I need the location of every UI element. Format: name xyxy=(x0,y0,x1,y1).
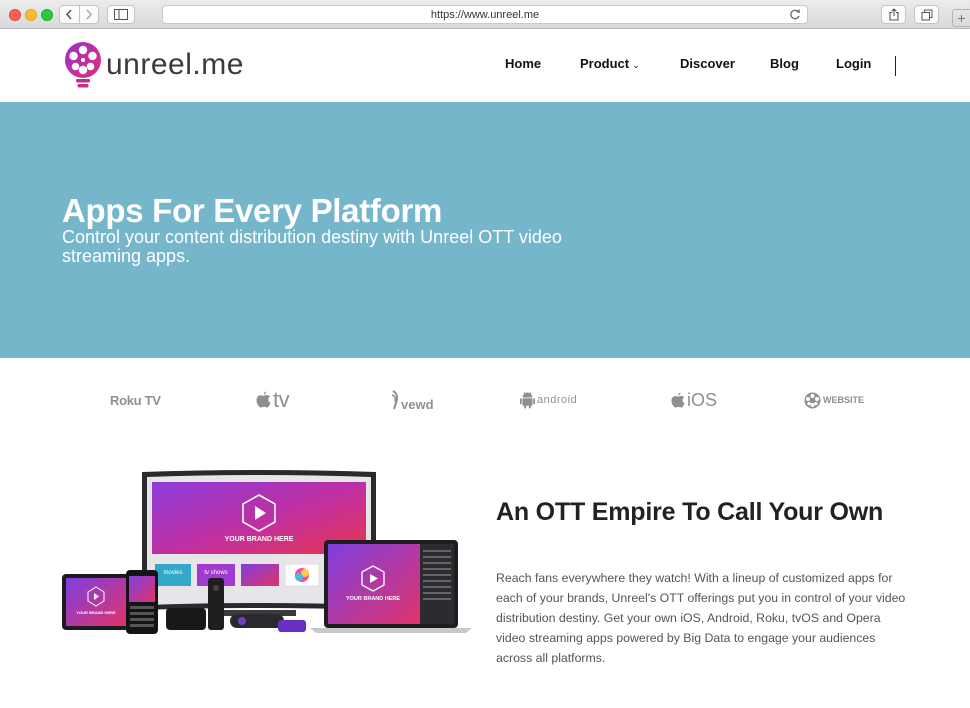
show-tabs-button[interactable] xyxy=(914,5,939,24)
nav-login[interactable]: Login xyxy=(836,56,871,71)
laptop-brand-label: YOUR BRAND HERE xyxy=(346,596,400,602)
film-reel-bulb-icon xyxy=(65,42,101,88)
nav-discover[interactable]: Discover xyxy=(680,56,735,71)
apple-icon xyxy=(256,391,271,408)
url-text: https://www.unreel.me xyxy=(430,8,540,21)
feature-description: Reach fans everywhere they watch! With a… xyxy=(496,571,906,665)
nav-blog[interactable]: Blog xyxy=(770,56,799,71)
laptop-device: YOUR BRAND HERE xyxy=(310,540,472,633)
minimize-window-button[interactable] xyxy=(25,9,37,21)
vewd-mark-icon xyxy=(391,390,398,410)
film-reel-icon xyxy=(804,392,821,408)
android-icon xyxy=(520,391,535,409)
share-button[interactable] xyxy=(881,5,906,24)
tablet-brand-label: YOUR BRAND HERE xyxy=(76,610,116,615)
nav-product-label: Product xyxy=(580,56,630,71)
chevron-right-icon xyxy=(86,9,92,20)
apple-tv-logo: tv xyxy=(256,385,290,415)
hero-banner: Apps For Every Platform Control your con… xyxy=(0,102,970,358)
share-icon xyxy=(888,8,899,21)
tabs-icon xyxy=(921,9,932,20)
address-bar[interactable]: https://www.unreel.me xyxy=(162,5,808,24)
close-window-button[interactable] xyxy=(9,9,21,21)
tablet-device: YOUR BRAND HERE xyxy=(62,574,130,630)
logo-wordmark: unreel.me xyxy=(106,48,244,81)
sidebar-toggle-button[interactable] xyxy=(107,5,135,24)
vewd-label: vewd xyxy=(401,396,434,412)
apple-tv-label: tv xyxy=(273,387,290,412)
hero-subtitle: Control your content distribution destin… xyxy=(62,227,562,266)
browser-toolbar: https://www.unreel.me + xyxy=(0,0,970,29)
website-label: WEBSITE xyxy=(823,395,865,405)
website-logo: WEBSITE xyxy=(804,385,864,415)
back-button[interactable] xyxy=(60,6,80,23)
nav-product[interactable]: Product ⌄ xyxy=(580,56,640,71)
tile-tvshows-label: tv shows xyxy=(204,570,227,576)
forward-button[interactable] xyxy=(80,6,99,23)
roku-remote xyxy=(230,614,306,632)
chevron-down-icon: ⌄ xyxy=(632,60,640,70)
reload-icon[interactable] xyxy=(789,8,801,21)
devices-illustration: YOUR BRAND HERE movies tv shows YOUR BRA… xyxy=(62,470,472,634)
site-header: unreel.me Home Product ⌄ Discover Blog Lo… xyxy=(0,29,970,102)
apple-icon xyxy=(671,392,685,407)
android-logo: android xyxy=(520,385,577,415)
sidebar-icon xyxy=(114,9,128,20)
chevron-left-icon xyxy=(66,9,72,20)
new-tab-button[interactable]: + xyxy=(952,9,970,27)
roku-tv-logo: Roku TV xyxy=(110,385,161,415)
feature-title: An OTT Empire To Call Your Own xyxy=(496,498,884,526)
ios-logo: iOS xyxy=(671,385,717,415)
history-nav xyxy=(59,5,99,24)
tile-movies-label: movies xyxy=(163,570,182,576)
site-logo[interactable]: unreel.me xyxy=(64,41,244,89)
android-label: android xyxy=(537,394,578,406)
vewd-logo: vewd xyxy=(391,385,434,415)
nav-home[interactable]: Home xyxy=(505,56,541,71)
platform-logos: Roku TV tv vewd android iOS WEBSITE xyxy=(0,385,970,415)
zoom-window-button[interactable] xyxy=(41,9,53,21)
phone-device xyxy=(126,570,158,634)
hero-title: Apps For Every Platform xyxy=(62,192,443,229)
ios-label: iOS xyxy=(687,389,718,410)
tv-brand-label: YOUR BRAND HERE xyxy=(225,536,294,543)
roku-tv-label: Roku TV xyxy=(110,392,161,408)
nav-divider xyxy=(895,56,896,76)
